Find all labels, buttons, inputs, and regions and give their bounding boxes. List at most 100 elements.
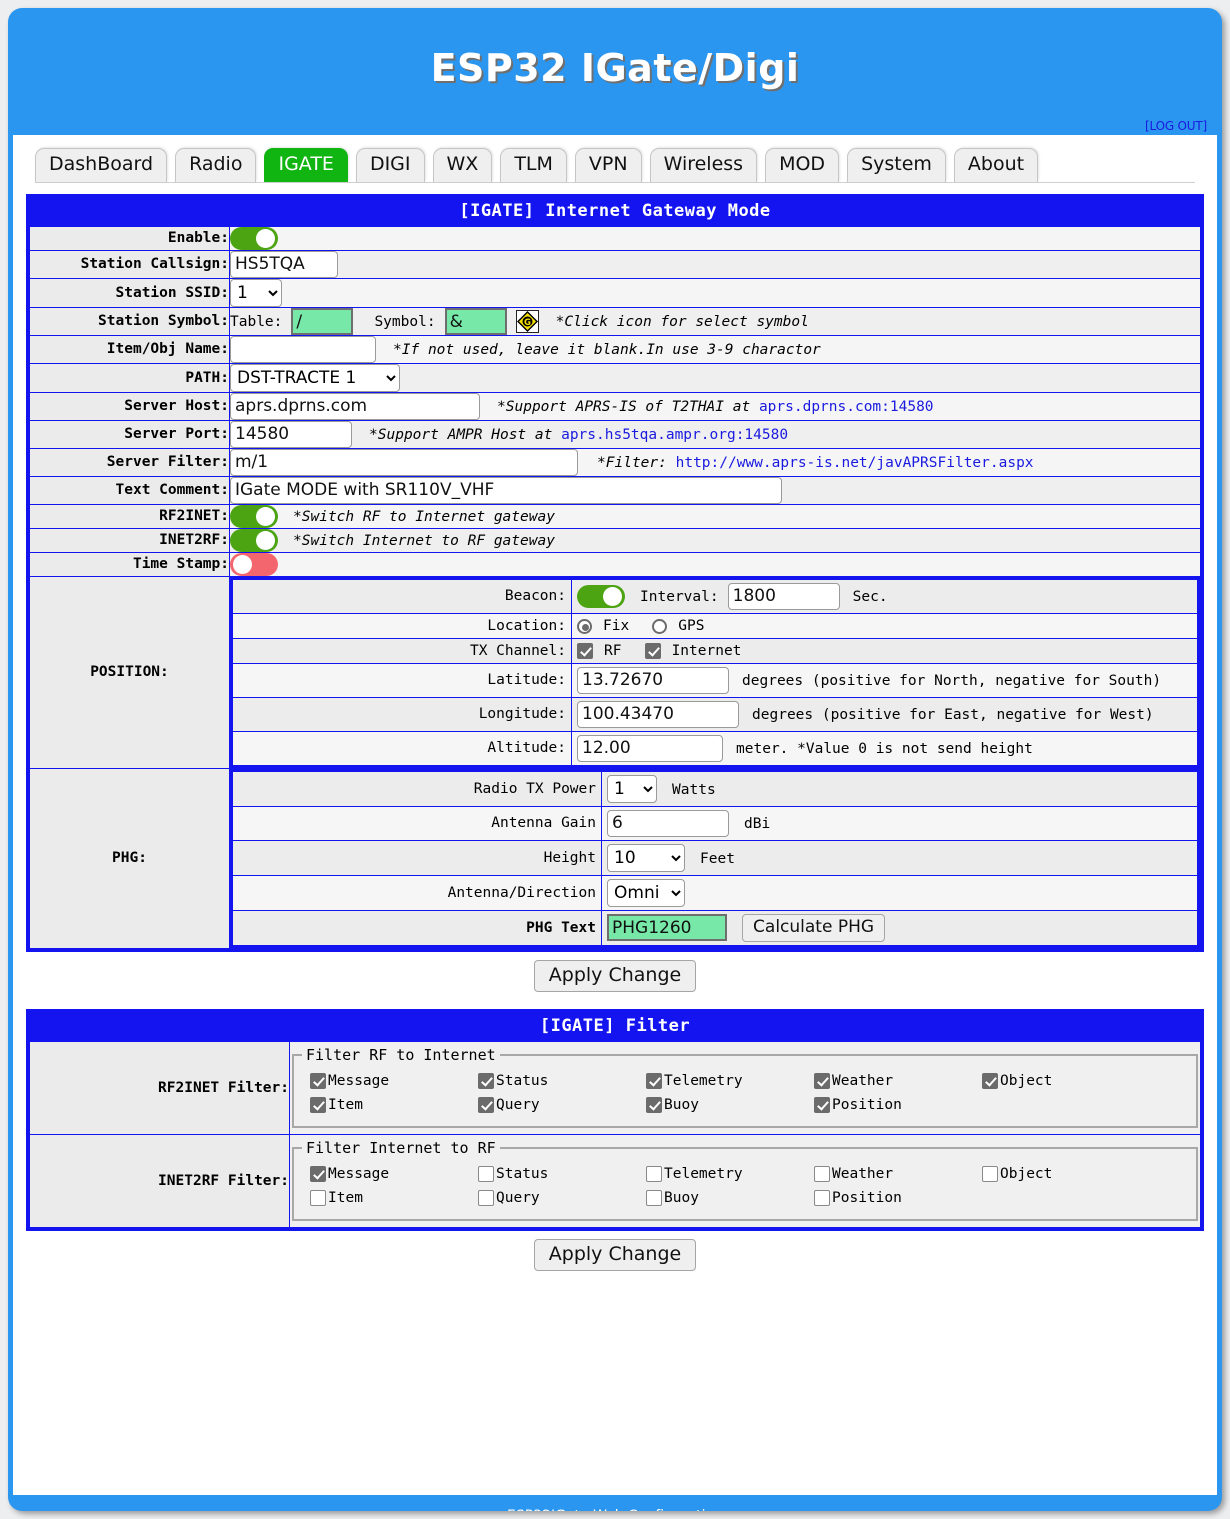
- timestamp-label: Time Stamp:: [29, 551, 230, 577]
- itemobj-input[interactable]: [230, 335, 376, 363]
- checkbox-item[interactable]: [310, 1190, 326, 1207]
- checkbox-position[interactable]: [814, 1097, 830, 1114]
- tab-igate[interactable]: IGATE: [264, 148, 348, 182]
- checkbox-telemetry[interactable]: [646, 1073, 662, 1090]
- page-footer: ESP32IGate Web Configuration Copy right …: [8, 1495, 1222, 1511]
- tab-radio[interactable]: Radio: [175, 148, 257, 182]
- tab-dashboard[interactable]: DashBoard: [35, 148, 168, 182]
- checkbox-message[interactable]: [310, 1166, 326, 1183]
- checkbox-telemetry[interactable]: [646, 1166, 662, 1183]
- apply-change-bottom-wrap: Apply Change: [13, 1231, 1217, 1277]
- timestamp-toggle[interactable]: [230, 552, 278, 576]
- server-filter-link[interactable]: http://www.aprs-is.net/javAPRSFilter.asp…: [676, 455, 1034, 471]
- latitude-cell: degrees (positive for North, negative fo…: [571, 662, 1199, 698]
- rf2inet-toggle[interactable]: [230, 504, 278, 528]
- gain-input[interactable]: [607, 809, 729, 837]
- symbol-table-input[interactable]: /: [291, 307, 354, 335]
- filter-option: Message: [310, 1165, 478, 1183]
- checkbox-label-weather: Weather: [832, 1073, 894, 1090]
- checkbox-position[interactable]: [814, 1190, 830, 1207]
- checkbox-object[interactable]: [982, 1073, 998, 1090]
- longitude-input[interactable]: [577, 700, 739, 728]
- rf2inet-legend: Filter RF to Internet: [306, 1045, 496, 1064]
- tab-system[interactable]: System: [847, 148, 946, 182]
- row-symbol: Station Symbol: Table: / Symbol: & G *Cl…: [29, 306, 1201, 336]
- checkbox-buoy[interactable]: [646, 1097, 662, 1114]
- path-select[interactable]: DST-TRACTE 1: [230, 363, 400, 392]
- server-port-input[interactable]: [230, 420, 352, 448]
- location-gps-label: GPS: [678, 618, 705, 635]
- checkbox-label-status: Status: [496, 1166, 549, 1183]
- power-label: Radio TX Power: [231, 769, 602, 807]
- checkbox-query[interactable]: [478, 1097, 494, 1114]
- longitude-cell: degrees (positive for East, negative for…: [571, 696, 1199, 732]
- checkbox-weather[interactable]: [814, 1166, 830, 1183]
- apply-change-bottom-button[interactable]: Apply Change: [533, 1238, 697, 1271]
- symbol-hint: *Click icon for select symbol: [555, 313, 809, 330]
- tab-wireless[interactable]: Wireless: [649, 148, 758, 182]
- server-port-link[interactable]: aprs.hs5tqa.ampr.org:14580: [561, 427, 788, 443]
- latitude-input[interactable]: [577, 666, 729, 694]
- tab-about[interactable]: About: [953, 148, 1039, 182]
- filter-option: Telemetry: [646, 1072, 814, 1090]
- checkbox-message[interactable]: [310, 1073, 326, 1090]
- apply-change-top-wrap: Apply Change: [13, 952, 1217, 998]
- filter-option: Message: [310, 1072, 478, 1090]
- inet2rf-toggle[interactable]: [230, 528, 278, 552]
- checkbox-label-weather: Weather: [832, 1166, 894, 1183]
- tx-internet-label: Internet: [671, 643, 742, 660]
- server-filter-input[interactable]: [230, 448, 578, 476]
- checkbox-label-position: Position: [832, 1097, 902, 1114]
- altitude-label: Altitude:: [231, 730, 572, 767]
- server-port-label: Server Port:: [29, 419, 230, 449]
- altitude-input[interactable]: [577, 734, 723, 762]
- apply-change-top-button[interactable]: Apply Change: [533, 959, 697, 992]
- height-select[interactable]: 10: [607, 843, 685, 872]
- symbol-code-input[interactable]: &: [444, 307, 507, 335]
- server-host-link[interactable]: aprs.dprns.com:14580: [759, 399, 934, 415]
- direction-label: Antenna/Direction: [231, 874, 602, 911]
- filter-option: Buoy: [646, 1189, 814, 1207]
- checkbox-label-query: Query: [496, 1190, 540, 1207]
- power-select[interactable]: 1: [607, 774, 657, 803]
- tx-rf-checkbox[interactable]: [577, 643, 593, 660]
- server-host-input[interactable]: [230, 392, 480, 420]
- checkbox-object[interactable]: [982, 1166, 998, 1183]
- logout-link[interactable]: [LOG OUT]: [1145, 119, 1207, 133]
- checkbox-item[interactable]: [310, 1097, 326, 1114]
- direction-select[interactable]: Omni: [607, 878, 685, 907]
- ssid-select[interactable]: 1: [230, 278, 282, 307]
- tab-divider: [35, 181, 1195, 183]
- checkbox-weather[interactable]: [814, 1073, 830, 1090]
- location-gps-radio[interactable]: [652, 618, 668, 634]
- checkbox-status[interactable]: [478, 1073, 494, 1090]
- beacon-toggle[interactable]: [577, 585, 625, 609]
- checkbox-buoy[interactable]: [646, 1190, 662, 1207]
- tab-vpn[interactable]: VPN: [574, 148, 642, 182]
- tab-wx[interactable]: WX: [432, 148, 493, 182]
- power-unit: Watts: [672, 781, 716, 798]
- tab-mod[interactable]: MOD: [765, 148, 840, 182]
- phgtext-cell: PHG1260 Calculate PHG: [601, 909, 1199, 947]
- location-fix-radio[interactable]: [577, 618, 592, 634]
- interval-input[interactable]: [727, 582, 840, 610]
- phg-group-label: PHG:: [29, 767, 230, 949]
- tx-internet-checkbox[interactable]: [644, 643, 661, 660]
- checkbox-query[interactable]: [478, 1190, 494, 1207]
- page-header: ESP32 IGate/Digi [LOG OUT]: [8, 8, 1222, 135]
- interval-unit: Sec.: [852, 589, 888, 606]
- rf2inet-row2: Item Query Buoy Position: [302, 1092, 1188, 1116]
- callsign-input[interactable]: [230, 250, 338, 278]
- rf2inet-hint: *Switch RF to Internet gateway: [293, 508, 555, 525]
- filter-option: Status: [478, 1072, 646, 1090]
- aprs-gateway-symbol-icon[interactable]: G: [515, 309, 539, 333]
- inet2rf-row1: Message Status Telemetry Weather Object: [302, 1161, 1188, 1185]
- checkbox-status[interactable]: [478, 1166, 494, 1183]
- longitude-label: Longitude:: [231, 696, 572, 732]
- phgtext-input[interactable]: PHG1260: [607, 913, 727, 941]
- tab-tlm[interactable]: TLM: [500, 148, 567, 182]
- tab-digi[interactable]: DIGI: [355, 148, 425, 182]
- enable-toggle[interactable]: [230, 226, 278, 250]
- comment-input[interactable]: [230, 476, 782, 504]
- calculate-phg-button[interactable]: Calculate PHG: [742, 913, 886, 942]
